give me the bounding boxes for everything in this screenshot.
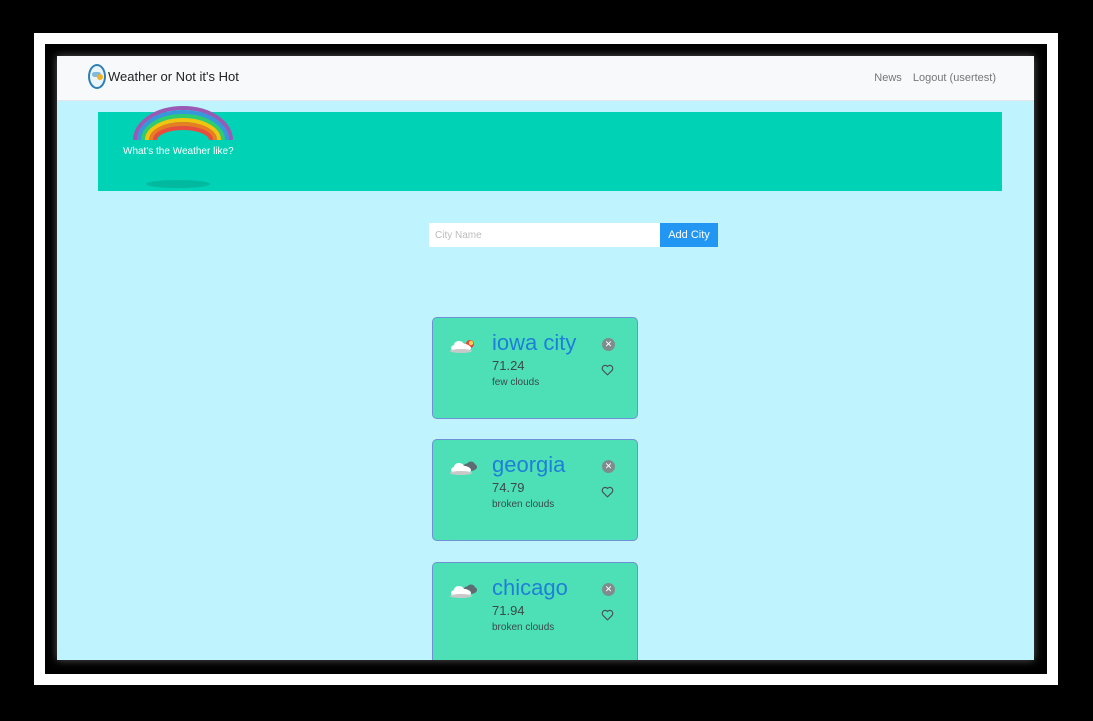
nav-links: News Logout (usertest) bbox=[866, 72, 996, 84]
weather-description: few clouds bbox=[492, 377, 540, 388]
rainbow-icon bbox=[133, 106, 233, 141]
broken-clouds-icon bbox=[450, 461, 477, 475]
add-city-button[interactable]: Add City bbox=[660, 223, 718, 247]
weather-card: georgia 74.79 broken clouds ✕ bbox=[432, 439, 638, 541]
heart-icon[interactable] bbox=[601, 364, 614, 376]
remove-city-icon[interactable]: ✕ bbox=[602, 583, 615, 596]
add-city-form: Add City bbox=[429, 223, 718, 247]
broken-clouds-icon bbox=[450, 584, 477, 598]
weather-card: chicago 71.94 broken clouds ✕ bbox=[432, 562, 638, 660]
city-name: georgia bbox=[492, 452, 566, 477]
logo-icon bbox=[88, 64, 106, 89]
weather-card: iowa city 71.24 few clouds ✕ bbox=[432, 317, 638, 419]
temperature: 74.79 bbox=[492, 480, 525, 495]
remove-city-icon[interactable]: ✕ bbox=[602, 338, 615, 351]
weather-description: broken clouds bbox=[492, 499, 555, 510]
city-name: chicago bbox=[492, 575, 568, 600]
nav-link-logout[interactable]: Logout (usertest) bbox=[913, 72, 996, 84]
jumbotron-text: What's the Weather like? bbox=[123, 146, 234, 157]
partly-sunny-icon bbox=[450, 340, 474, 353]
remove-city-icon[interactable]: ✕ bbox=[602, 460, 615, 473]
city-name: iowa city bbox=[492, 330, 577, 355]
temperature: 71.94 bbox=[492, 603, 525, 618]
heart-icon[interactable] bbox=[601, 486, 614, 498]
navbar: Weather or Not it's Hot News Logout (use… bbox=[57, 56, 1034, 101]
temperature: 71.24 bbox=[492, 358, 525, 373]
app-screen: Weather or Not it's Hot News Logout (use… bbox=[57, 56, 1034, 660]
brand[interactable]: Weather or Not it's Hot bbox=[88, 64, 239, 89]
brand-title[interactable]: Weather or Not it's Hot bbox=[108, 69, 239, 84]
rainbow-shadow bbox=[146, 180, 210, 188]
heart-icon[interactable] bbox=[601, 609, 614, 621]
nav-link-news[interactable]: News bbox=[874, 72, 902, 84]
jumbotron: What's the Weather like? bbox=[98, 106, 1002, 191]
weather-description: broken clouds bbox=[492, 622, 555, 633]
city-name-input[interactable] bbox=[429, 223, 660, 247]
